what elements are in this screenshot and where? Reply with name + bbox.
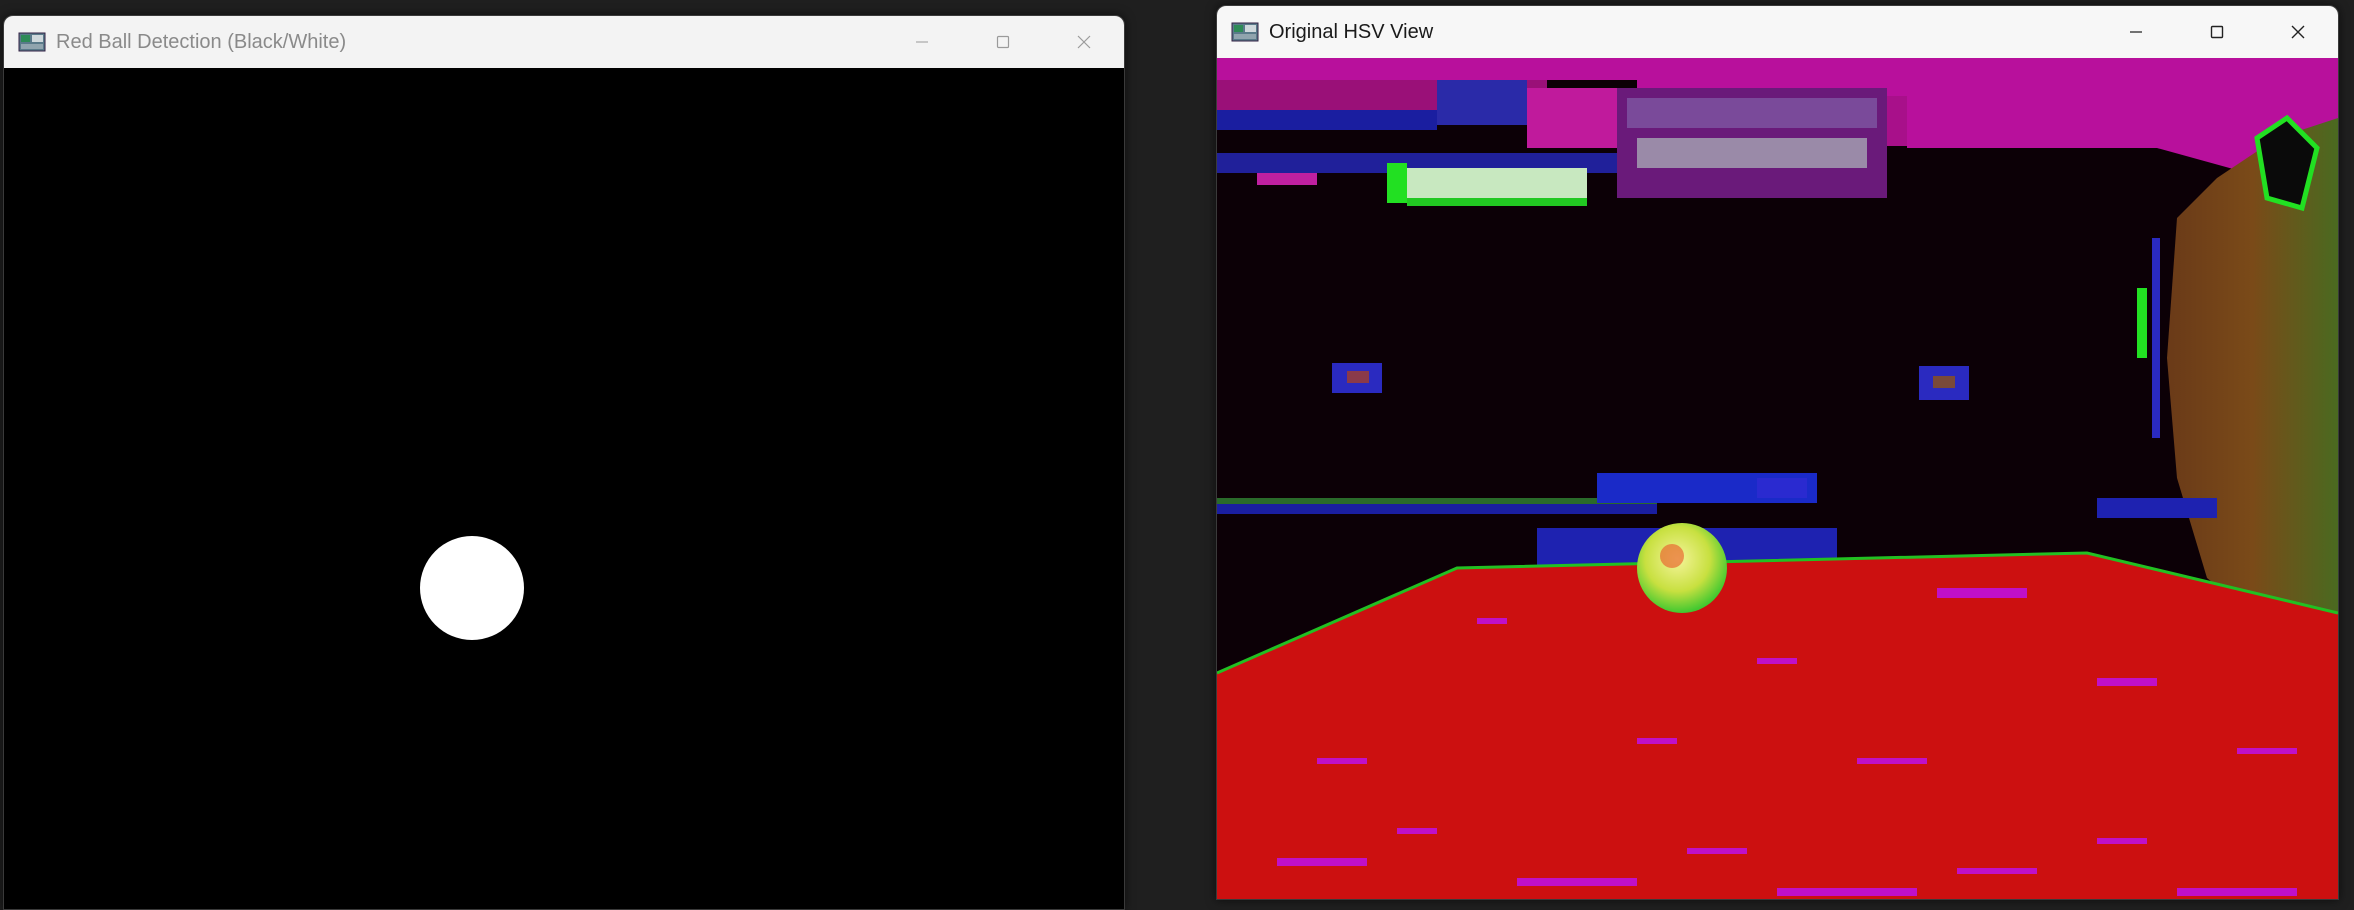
close-icon — [2291, 25, 2304, 39]
close-button[interactable] — [1043, 16, 1124, 68]
opencv-window-icon — [1231, 22, 1259, 42]
hsv-window[interactable]: Original HSV View — [1216, 5, 2339, 900]
minimize-button[interactable] — [881, 16, 962, 68]
hsv-canvas — [1217, 58, 2338, 899]
maximize-button[interactable] — [962, 16, 1043, 68]
ball — [1637, 523, 1727, 613]
hsv-window-titlebar[interactable]: Original HSV View — [1217, 6, 2338, 58]
close-icon — [1077, 35, 1090, 49]
window-title: Original HSV View — [1269, 20, 1434, 43]
window-title: Red Ball Detection (Black/White) — [56, 30, 347, 53]
window-controls — [881, 16, 1124, 68]
opencv-window-icon — [18, 32, 46, 52]
maximize-icon — [2210, 25, 2223, 39]
minimize-icon — [2129, 31, 2142, 33]
detected-ball-blob — [420, 536, 524, 640]
mask-window[interactable]: Red Ball Detection (Black/White) — [3, 15, 1125, 910]
table-surface — [1217, 553, 2338, 899]
mask-window-titlebar[interactable]: Red Ball Detection (Black/White) — [4, 16, 1124, 68]
close-button[interactable] — [2257, 6, 2338, 58]
minimize-icon — [915, 41, 928, 43]
window-controls — [2095, 6, 2338, 58]
maximize-icon — [996, 35, 1009, 49]
maximize-button[interactable] — [2176, 6, 2257, 58]
hsv-camera-view[interactable] — [1217, 58, 2338, 899]
binary-mask-view[interactable] — [4, 68, 1124, 909]
minimize-button[interactable] — [2095, 6, 2176, 58]
mask-canvas — [4, 68, 1124, 909]
